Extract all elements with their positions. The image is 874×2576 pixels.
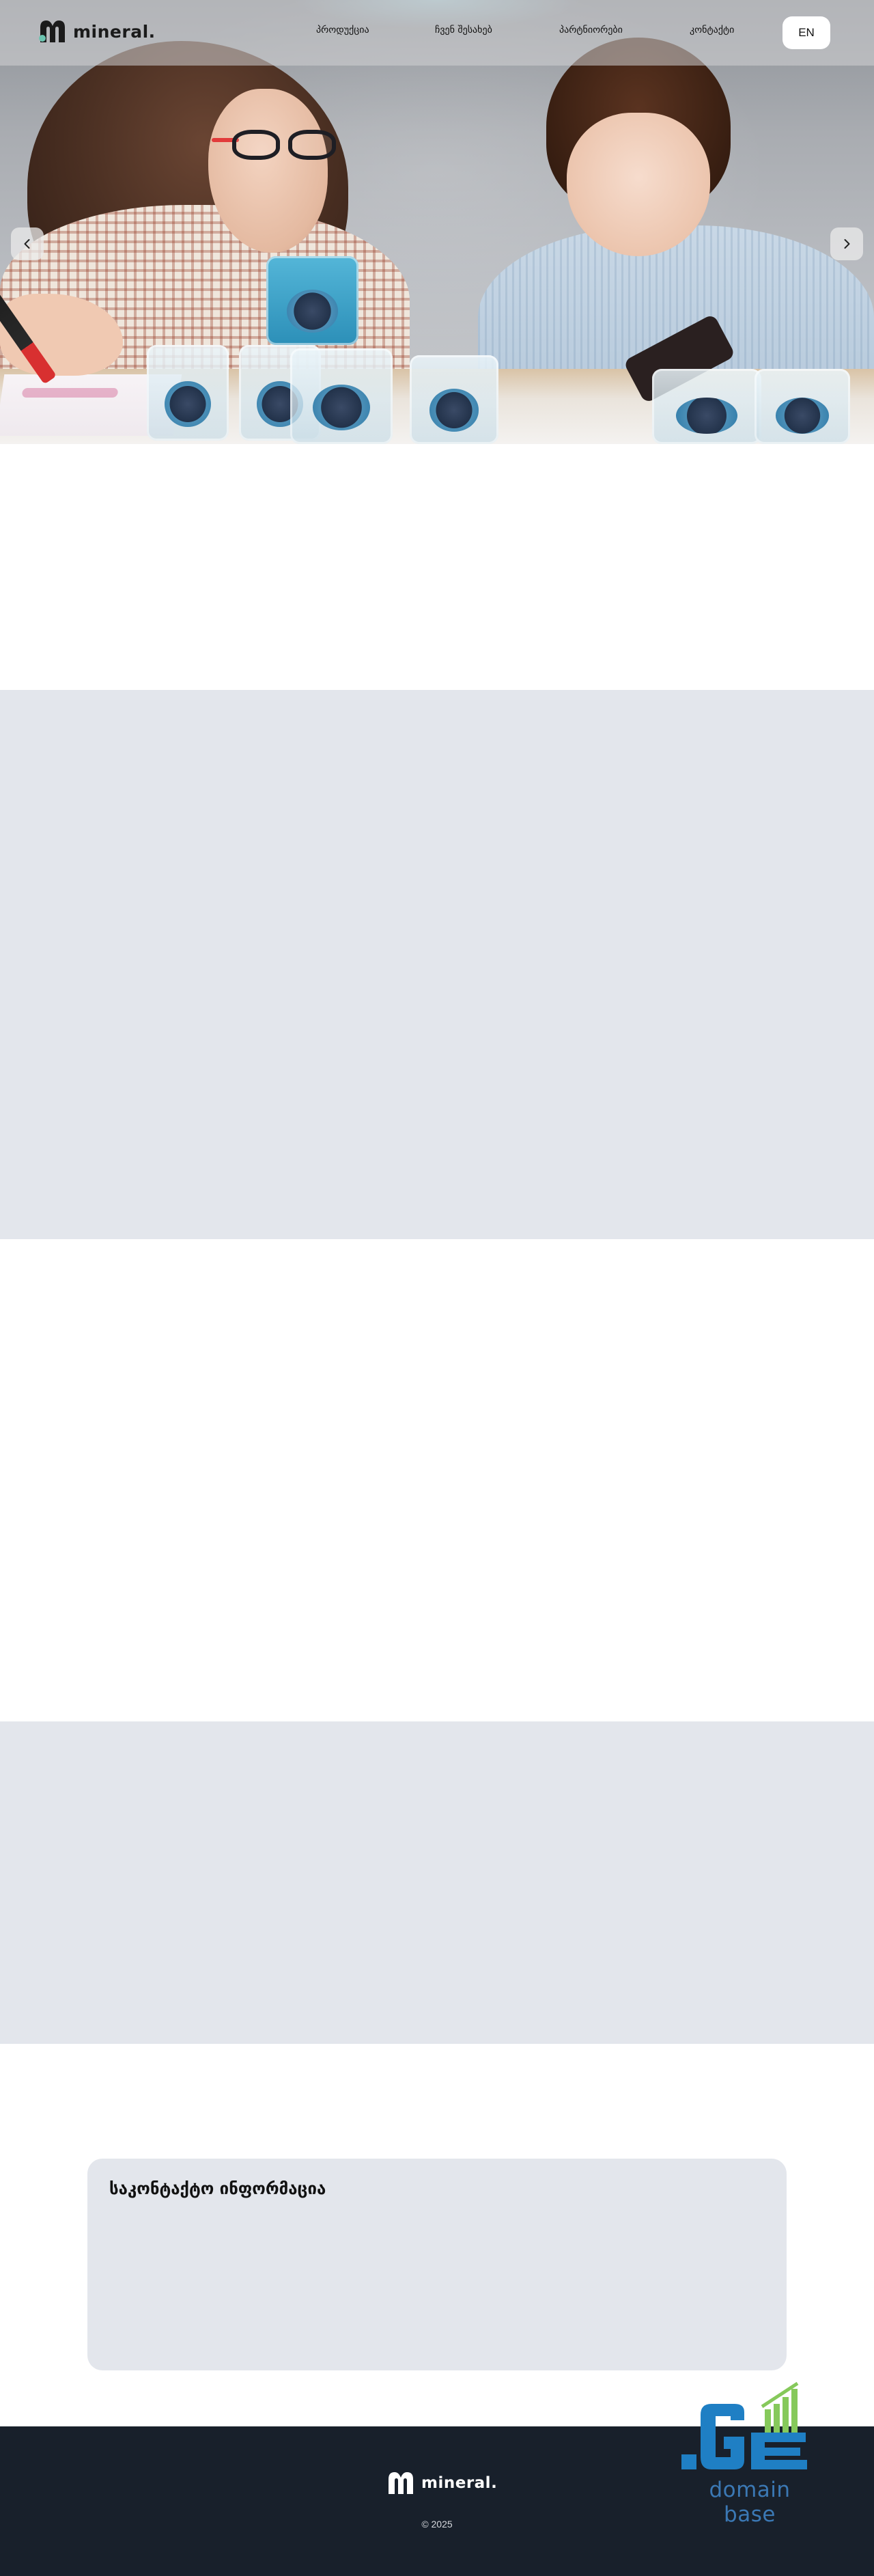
contact-info-title: საკონტაქტო ინფორმაცია: [109, 2179, 326, 2198]
hero-water-cup: [652, 369, 761, 444]
hero-girl-glasses: [212, 130, 341, 164]
content-section-1: [0, 444, 874, 690]
hero-water-cup: [290, 348, 393, 444]
site-header: mineral. პროდუქცია ჩვენ შესახებ პარტნიორ…: [0, 0, 874, 66]
slider-next-button[interactable]: [830, 227, 863, 260]
content-section-2: [0, 690, 874, 1239]
domain-ge-logo-icon: [681, 2381, 807, 2469]
nav-item-about[interactable]: ჩვენ შესახებ: [435, 25, 492, 36]
footer-brand-logo[interactable]: mineral.: [386, 2471, 497, 2495]
chevron-left-icon: [24, 239, 30, 249]
main-nav: პროდუქცია ჩვენ შესახებ პარტნიორები კონტა…: [0, 25, 874, 41]
footer-brand-name: mineral.: [421, 2474, 498, 2492]
hero-water-cup: [755, 369, 850, 444]
hero-water-cup: [410, 355, 498, 444]
nav-item-products[interactable]: პროდუქცია: [316, 25, 369, 36]
language-switch-button[interactable]: EN: [783, 16, 830, 49]
hero-water-cup: [266, 256, 358, 345]
mineral-logo-icon: [386, 2471, 416, 2495]
content-section-4: [0, 1721, 874, 2044]
domain-base-text: domain base: [709, 2478, 791, 2527]
contact-info-card: საკონტაქტო ინფორმაცია: [87, 2159, 787, 2370]
nav-item-contact[interactable]: კონტაქტი: [690, 25, 734, 36]
nav-item-partners[interactable]: პარტნიორები: [559, 25, 623, 36]
hero-slider: [0, 0, 874, 444]
domain-base-badge[interactable]: domain base: [676, 2374, 819, 2527]
chevron-right-icon: [844, 239, 850, 249]
hero-water-cup: [147, 345, 229, 441]
slider-prev-button[interactable]: [11, 227, 44, 260]
content-section-3: [0, 1239, 874, 1721]
hero-boy-face: [567, 113, 710, 256]
